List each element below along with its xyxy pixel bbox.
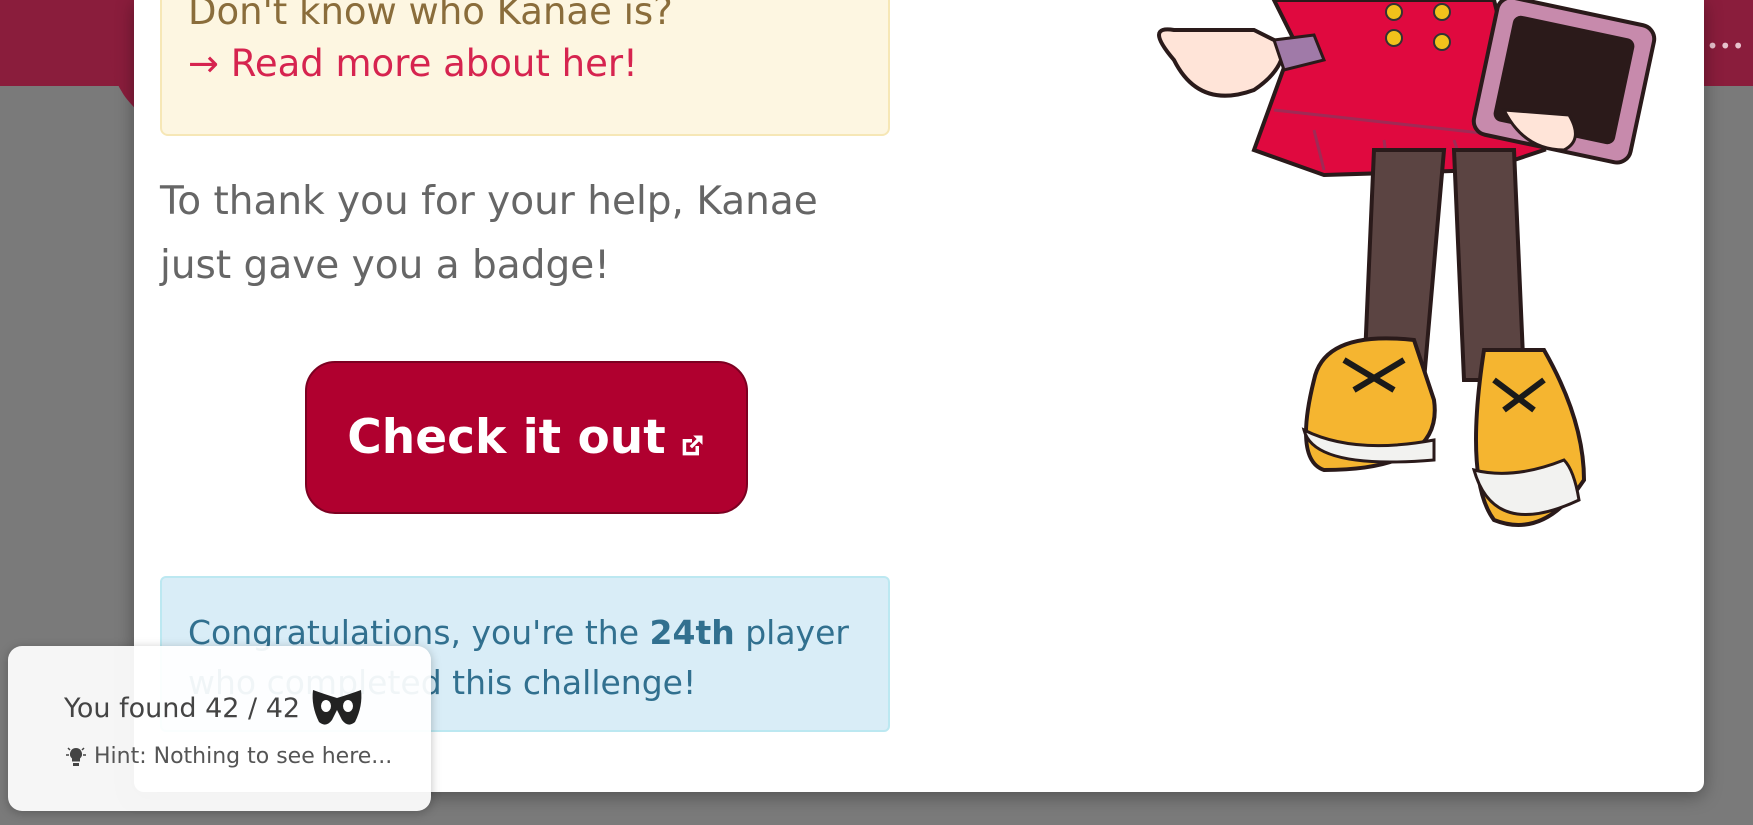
notice-title: Don't know who Kanae is? (188, 0, 673, 33)
found-counter-toast: You found 42 / 42 Hint: Nothing to see h… (8, 646, 431, 811)
found-counter: You found 42 / 42 (64, 688, 364, 728)
external-link-icon (682, 435, 703, 455)
arrow-right-icon: → (188, 42, 220, 85)
hint: Hint: Nothing to see here... (64, 744, 392, 769)
hint-text: Hint: Nothing to see here... (94, 744, 393, 769)
found-counter-text: You found 42 / 42 (64, 692, 301, 724)
read-more-label: Read more about her! (230, 42, 638, 85)
read-more-link[interactable]: → Read more about her! (188, 42, 638, 85)
check-it-out-label: Check it out (347, 410, 666, 465)
kanae-character-illustration (1157, 0, 1657, 527)
check-it-out-button[interactable]: Check it out (305, 361, 748, 514)
lightbulb-icon (66, 746, 86, 766)
mask-icon (312, 690, 362, 725)
kanae-info-notice: Don't know who Kanae is? → Read more abo… (160, 0, 890, 136)
thanks-message: To thank you for your help, Kanae just g… (160, 179, 818, 288)
player-rank: 24th (649, 613, 735, 652)
